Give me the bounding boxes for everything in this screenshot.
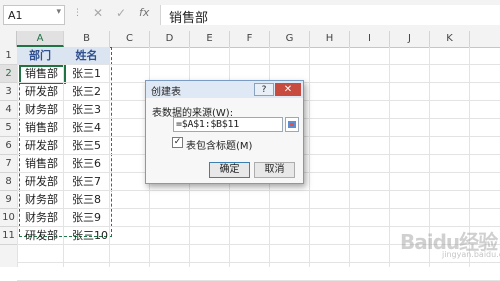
column-header-e[interactable]: E bbox=[190, 31, 230, 47]
row-header-11[interactable]: 11 bbox=[0, 227, 17, 245]
formula-input[interactable]: 销售部 bbox=[160, 5, 500, 26]
column-header-h[interactable]: H bbox=[310, 31, 350, 47]
cell-department[interactable]: 研发部 bbox=[17, 137, 64, 155]
cancel-edit-icon[interactable]: ✕ bbox=[93, 6, 103, 20]
dialog-title: 创建表 bbox=[151, 87, 181, 98]
formula-bar: A1 ▾ ⋮ ✕ ✓ fx 销售部 bbox=[0, 0, 500, 32]
cell-department[interactable]: 研发部 bbox=[17, 83, 64, 101]
row-header-10[interactable]: 10 bbox=[0, 209, 17, 227]
row-header-1[interactable]: 1 bbox=[0, 47, 17, 65]
column-header-f[interactable]: F bbox=[230, 31, 270, 47]
range-input[interactable]: =$A$1:$B$11 bbox=[173, 117, 283, 132]
row-header-7[interactable]: 7 bbox=[0, 155, 17, 173]
column-header-g[interactable]: G bbox=[270, 31, 310, 47]
row-header-3[interactable]: 3 bbox=[0, 83, 17, 101]
insert-function-icon[interactable]: fx bbox=[139, 6, 149, 19]
cell-name[interactable]: 张三4 bbox=[64, 119, 110, 137]
help-button[interactable]: ? bbox=[254, 83, 274, 96]
header-cell-name[interactable]: 姓名 bbox=[64, 47, 109, 64]
row-header-6[interactable]: 6 bbox=[0, 137, 17, 155]
column-header-c[interactable]: C bbox=[110, 31, 150, 47]
range-input-value: =$A$1:$B$11 bbox=[176, 119, 239, 130]
cell-department[interactable]: 销售部 bbox=[17, 155, 64, 173]
cell-department[interactable]: 销售部 bbox=[17, 119, 64, 137]
cancel-button[interactable]: 取消 bbox=[254, 162, 295, 178]
cell-department[interactable]: 研发部 bbox=[17, 173, 64, 191]
cell-name[interactable]: 张三1 bbox=[64, 65, 110, 83]
formula-bar-grip-icon: ⋮ bbox=[73, 8, 82, 18]
cell-name[interactable]: 张三5 bbox=[64, 137, 110, 155]
ok-button[interactable]: 确定 bbox=[209, 162, 250, 178]
cell-department[interactable]: 研发部 bbox=[17, 227, 64, 245]
cell-name[interactable]: 张三9 bbox=[64, 209, 110, 227]
row-header-5[interactable]: 5 bbox=[0, 119, 17, 137]
create-table-dialog: 创建表 ? ✕ 表数据的来源(W): =$A$1:$B$11 ✓ 表包含标题(M… bbox=[145, 80, 304, 184]
range-select-icon bbox=[288, 121, 296, 128]
collapse-dialog-button[interactable] bbox=[285, 117, 299, 132]
name-box-dropdown-icon[interactable]: ▾ bbox=[56, 7, 61, 17]
row-header-8[interactable]: 8 bbox=[0, 173, 17, 191]
row-headers: 1 2 3 4 5 6 7 8 9 10 11 bbox=[0, 47, 18, 267]
header-cell-department[interactable]: 部门 bbox=[17, 47, 63, 64]
confirm-edit-icon[interactable]: ✓ bbox=[116, 6, 126, 20]
cell-department[interactable]: 销售部 bbox=[17, 65, 64, 83]
cell-department[interactable]: 财务部 bbox=[17, 209, 64, 227]
dialog-titlebar[interactable]: 创建表 ? ✕ bbox=[146, 81, 303, 98]
column-header-k[interactable]: K bbox=[430, 31, 470, 47]
cell-name[interactable]: 张三6 bbox=[64, 155, 110, 173]
row-header-2[interactable]: 2 bbox=[0, 65, 17, 83]
cell-name[interactable]: 张三3 bbox=[64, 101, 110, 119]
column-header-a[interactable]: A bbox=[17, 31, 64, 47]
name-box-value: A1 bbox=[8, 9, 23, 22]
column-header-b[interactable]: B bbox=[64, 31, 110, 47]
watermark-subtext: jingyan.baidu.com bbox=[442, 250, 500, 259]
column-headers: ABCDEFGHIJK bbox=[0, 31, 500, 48]
baidu-watermark: Baidu经验 jingyan.baidu.com bbox=[400, 220, 500, 264]
has-headers-label[interactable]: 表包含标题(M) bbox=[186, 137, 252, 152]
select-all-corner[interactable] bbox=[0, 31, 17, 47]
cell-department[interactable]: 财务部 bbox=[17, 101, 64, 119]
column-header-j[interactable]: J bbox=[390, 31, 430, 47]
close-button[interactable]: ✕ bbox=[275, 83, 301, 96]
cell-name[interactable]: 张三2 bbox=[64, 83, 110, 101]
row-header-9[interactable]: 9 bbox=[0, 191, 17, 209]
column-header-i[interactable]: I bbox=[350, 31, 390, 47]
row-header-4[interactable]: 4 bbox=[0, 101, 17, 119]
cell-department[interactable]: 财务部 bbox=[17, 191, 64, 209]
formula-content: 销售部 bbox=[169, 11, 209, 26]
cell-name[interactable]: 张三8 bbox=[64, 191, 110, 209]
column-header-d[interactable]: D bbox=[150, 31, 190, 47]
has-headers-checkbox[interactable]: ✓ bbox=[172, 137, 183, 148]
cell-name[interactable]: 张三7 bbox=[64, 173, 110, 191]
name-box[interactable]: A1 ▾ bbox=[3, 5, 65, 25]
cell-name[interactable]: 张三10 bbox=[64, 227, 110, 245]
